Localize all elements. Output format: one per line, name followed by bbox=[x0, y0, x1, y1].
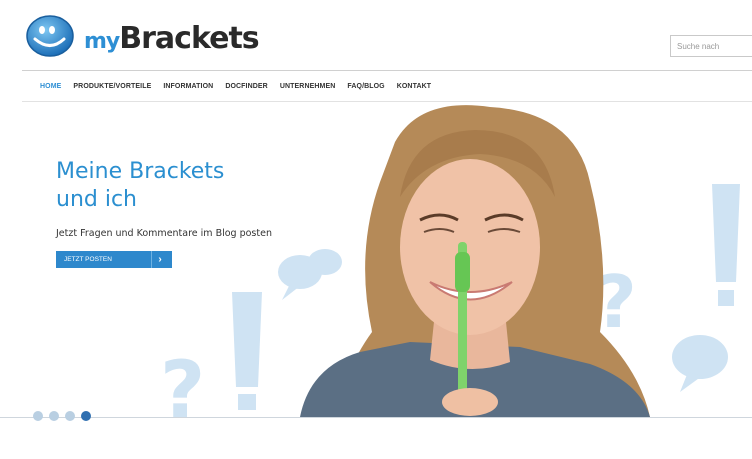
question-mark-icon: ? bbox=[160, 346, 205, 417]
smiley-logo-icon bbox=[26, 15, 74, 57]
logo-brackets: Brackets bbox=[119, 21, 259, 56]
brand-logo[interactable]: myBrackets bbox=[24, 10, 260, 66]
logo-my: my bbox=[84, 29, 120, 54]
hero-title: Meine Brackets und ich bbox=[56, 158, 296, 214]
hero-banner: ? ? Meine Brackets und ich Jetzt Fragen … bbox=[0, 102, 752, 417]
slider-track bbox=[0, 417, 752, 418]
nav-item-docfinder[interactable]: DOCFINDER bbox=[225, 83, 268, 90]
svg-text:?: ? bbox=[160, 346, 205, 417]
search-placeholder: Suche nach bbox=[677, 42, 720, 51]
speech-bubble-icon bbox=[672, 335, 728, 392]
logo-wordmark: myBrackets bbox=[84, 21, 260, 56]
slider-dot-1[interactable] bbox=[33, 411, 43, 421]
nav-item-unternehmen[interactable]: UNTERNEHMEN bbox=[280, 83, 336, 90]
post-now-label: JETZT POSTEN bbox=[64, 256, 112, 263]
slider-dot-2[interactable] bbox=[49, 411, 59, 421]
exclamation-mark-icon bbox=[232, 292, 262, 410]
speech-bubble-icon bbox=[278, 249, 342, 300]
hero-title-line2: und ich bbox=[56, 187, 137, 212]
nav-item-produkte-vorteile[interactable]: PRODUKTE/VORTEILE bbox=[73, 83, 151, 90]
slider-dot-3[interactable] bbox=[65, 411, 75, 421]
exclamation-mark-icon bbox=[712, 184, 740, 306]
nav-item-information[interactable]: INFORMATION bbox=[163, 83, 213, 90]
slider-dots bbox=[33, 411, 91, 421]
hero-subtitle: Jetzt Fragen und Kommentare im Blog post… bbox=[56, 228, 272, 239]
header-divider bbox=[22, 70, 752, 71]
page: myBrackets Suche nach HOME PRODUKTE/VORT… bbox=[0, 0, 752, 459]
search-input[interactable]: Suche nach bbox=[670, 35, 752, 57]
nav-item-kontakt[interactable]: KONTAKT bbox=[397, 83, 431, 90]
main-nav: HOME PRODUKTE/VORTEILE INFORMATION DOCFI… bbox=[40, 83, 443, 90]
hero-person-image bbox=[300, 105, 650, 417]
slider-dot-4[interactable] bbox=[81, 411, 91, 421]
chevron-right-icon: › bbox=[151, 251, 168, 268]
nav-item-home[interactable]: HOME bbox=[40, 83, 61, 90]
nav-item-faq-blog[interactable]: FAQ/BLOG bbox=[347, 83, 384, 90]
post-now-button[interactable]: JETZT POSTEN › bbox=[56, 251, 172, 268]
hero-title-line1: Meine Brackets bbox=[56, 159, 225, 184]
